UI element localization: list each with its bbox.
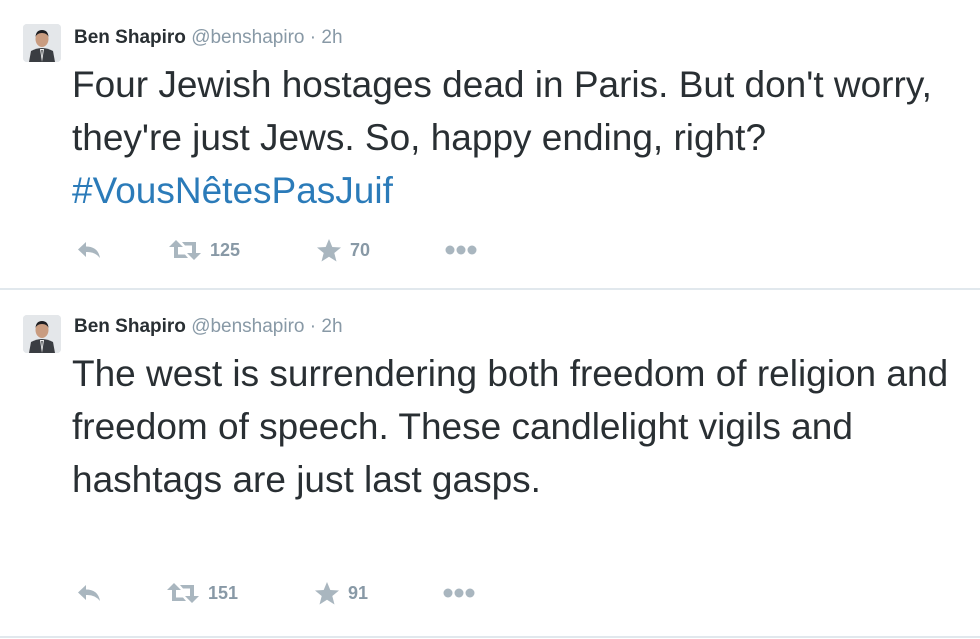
tweet-actions: 125 70 <box>72 235 572 265</box>
more-button[interactable] <box>442 578 476 608</box>
author-name[interactable]: Ben Shapiro <box>74 27 186 48</box>
favorite-button[interactable]: 70 <box>316 235 370 265</box>
reply-icon <box>76 240 102 260</box>
retweet-count: 125 <box>210 239 241 260</box>
reply-button[interactable] <box>76 578 102 608</box>
tweet-text: The west is surrendering both freedom of… <box>72 347 952 506</box>
reply-button[interactable] <box>76 235 102 265</box>
retweet-icon <box>166 582 200 604</box>
tweet-actions: 151 91 <box>72 578 572 608</box>
favorite-icon <box>314 581 340 606</box>
tweet-time[interactable]: 2h <box>321 27 342 48</box>
author-name[interactable]: Ben Shapiro <box>74 316 186 337</box>
more-icon <box>444 244 478 256</box>
avatar[interactable] <box>23 24 61 62</box>
favorite-icon <box>316 238 342 263</box>
retweet-icon <box>168 239 202 261</box>
author-handle[interactable]: @benshapiro <box>191 316 304 337</box>
tweet-text-content: Four Jewish hostages dead in Paris. But … <box>72 64 932 158</box>
more-button[interactable] <box>444 235 478 265</box>
favorite-count: 91 <box>348 582 369 603</box>
tweet-header: Ben Shapiro @benshapiro · 2h <box>74 25 343 51</box>
separator: · <box>309 27 317 48</box>
retweet-count: 151 <box>208 582 239 603</box>
avatar[interactable] <box>23 315 61 353</box>
reply-icon <box>76 583 102 603</box>
favorite-count: 70 <box>350 239 371 260</box>
tweet: Ben Shapiro @benshapiro · 2h The west is… <box>0 290 980 636</box>
tweet-header: Ben Shapiro @benshapiro · 2h <box>74 314 343 340</box>
tweet-text: Four Jewish hostages dead in Paris. But … <box>72 58 952 217</box>
tweet: Ben Shapiro @benshapiro · 2h Four Jewish… <box>0 0 980 289</box>
hashtag-link[interactable]: #VousNêtesPasJuif <box>72 170 393 211</box>
separator: · <box>309 316 317 337</box>
divider <box>0 636 980 638</box>
retweet-button[interactable]: 125 <box>168 235 240 265</box>
favorite-button[interactable]: 91 <box>314 578 368 608</box>
more-icon <box>442 587 476 599</box>
tweet-text-content: The west is surrendering both freedom of… <box>72 353 949 500</box>
tweet-time[interactable]: 2h <box>321 316 342 337</box>
retweet-button[interactable]: 151 <box>166 578 238 608</box>
author-handle[interactable]: @benshapiro <box>191 27 304 48</box>
